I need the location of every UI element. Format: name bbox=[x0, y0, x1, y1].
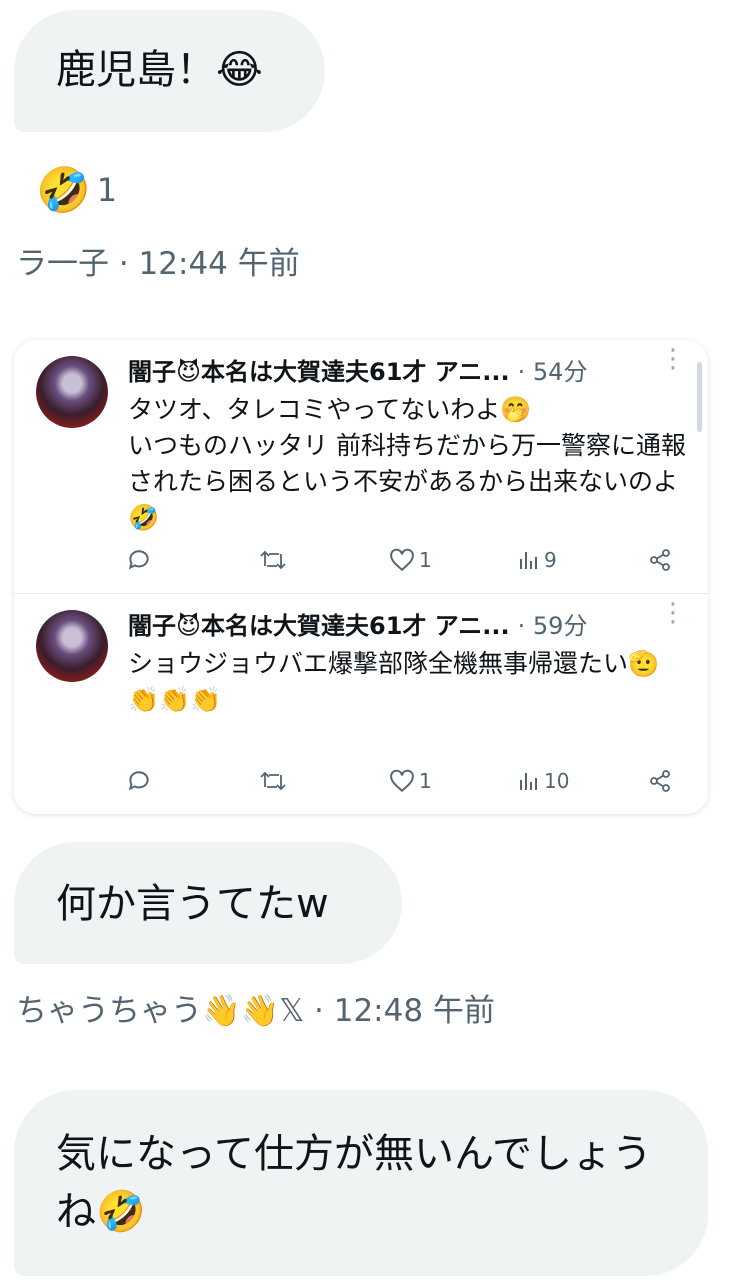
views-chart-icon bbox=[518, 549, 540, 571]
tweet-text: タツオ、タレコミやってないわよ🤭 いつものハッタリ 前科持ちだから万一警察に通報… bbox=[128, 392, 698, 536]
reply-button[interactable] bbox=[126, 547, 156, 573]
message-bubble[interactable]: 何か言うてたw bbox=[14, 842, 402, 964]
avatar[interactable] bbox=[36, 356, 108, 428]
tweet-text: ショウジョウバエ爆撃部隊全機無事帰還たい🫡 👏👏👏 bbox=[128, 646, 698, 718]
retweet-icon bbox=[259, 768, 287, 794]
message-meta: ラ一子 · 12:44 午前 bbox=[16, 246, 300, 282]
tweet-text-content: ショウジョウバエ爆撃部隊全機無事帰還たい🫡 👏👏👏 bbox=[128, 649, 660, 714]
share-button[interactable] bbox=[648, 769, 672, 793]
author-name[interactable]: 闇子😈本名は大賀達夫61才 アニ... bbox=[128, 352, 510, 387]
share-icon bbox=[648, 769, 672, 793]
more-options-icon[interactable]: ⋮ bbox=[660, 346, 686, 372]
view-count: 9 bbox=[544, 548, 557, 572]
message-meta: ちゃうちゃう👋👋𝕏 · 12:48 午前 bbox=[16, 993, 495, 1029]
tweet-time: · 59分 bbox=[517, 612, 588, 640]
tweet-text-content: タツオ、タレコミやってないわよ🤭 いつものハッタリ 前科持ちだから万一警察に通報… bbox=[128, 395, 686, 532]
share-icon bbox=[648, 548, 672, 572]
views-button[interactable]: 9 bbox=[518, 548, 557, 572]
reply-icon bbox=[126, 768, 152, 794]
heart-icon bbox=[389, 548, 415, 572]
like-button[interactable]: 1 bbox=[389, 769, 432, 793]
author-name[interactable]: 闇子😈本名は大賀達夫61才 アニ... bbox=[128, 606, 510, 641]
retweet-button[interactable] bbox=[259, 547, 291, 573]
reaction[interactable]: 🤣 1 bbox=[36, 164, 117, 216]
view-count: 10 bbox=[544, 769, 570, 793]
tweet[interactable]: 闇子😈本名は大賀達夫61才 アニ... · 54分 ⋮ タツオ、タレコミやってな… bbox=[14, 340, 708, 593]
views-button[interactable]: 10 bbox=[518, 769, 569, 793]
like-count: 1 bbox=[419, 769, 432, 793]
like-button[interactable]: 1 bbox=[389, 548, 432, 572]
laughing-emoji-icon: 🤣 bbox=[36, 165, 91, 216]
tweet-actions: 1 9 bbox=[126, 545, 686, 575]
reply-button[interactable] bbox=[126, 768, 156, 794]
views-chart-icon bbox=[518, 770, 540, 792]
tweet-header: 闇子😈本名は大賀達夫61才 アニ... · 54分 bbox=[128, 352, 587, 387]
retweet-icon bbox=[259, 547, 287, 573]
avatar[interactable] bbox=[36, 610, 108, 682]
tweet[interactable]: 闇子😈本名は大賀達夫61才 アニ... · 59分 ⋮ ショウジョウバエ爆撃部隊… bbox=[14, 594, 708, 814]
message-text: 気になって仕方が無いんでしょうね🤣 bbox=[56, 1131, 652, 1235]
message-bubble[interactable]: 気になって仕方が無いんでしょうね🤣 bbox=[14, 1090, 708, 1276]
retweet-button[interactable] bbox=[259, 768, 291, 794]
like-count: 1 bbox=[419, 548, 432, 572]
share-button[interactable] bbox=[648, 548, 672, 572]
tweet-actions: 1 10 bbox=[126, 766, 686, 796]
message-bubble[interactable]: 鹿児島！😂 bbox=[14, 10, 325, 132]
reply-icon bbox=[126, 547, 152, 573]
more-options-icon[interactable]: ⋮ bbox=[660, 600, 686, 626]
reaction-count: 1 bbox=[96, 171, 118, 209]
message-text: 何か言うてたw bbox=[56, 881, 329, 927]
tweet-header: 闇子😈本名は大賀達夫61才 アニ... · 59分 bbox=[128, 606, 587, 641]
tweet-time: · 54分 bbox=[517, 358, 588, 386]
message-text: 鹿児島！😂 bbox=[56, 47, 263, 93]
heart-icon bbox=[389, 769, 415, 793]
quoted-tweets-card[interactable]: 闇子😈本名は大賀達夫61才 アニ... · 54分 ⋮ タツオ、タレコミやってな… bbox=[14, 340, 708, 814]
